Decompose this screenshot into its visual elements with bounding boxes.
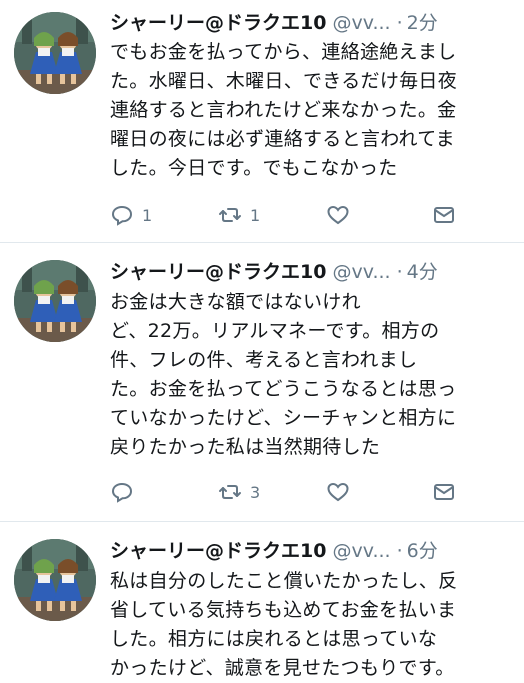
tweet-text-line: た。お金を払ってどうこうなるとは思っ <box>110 378 457 400</box>
tweet-text: でもお金を払ってから、連絡途絶えまし た。水曜日、木曜日、できるだけ毎日夜 連絡… <box>110 38 510 183</box>
retweet-icon <box>219 485 241 499</box>
user-handle[interactable]: @vv... <box>332 540 390 562</box>
tweet-text-line: 連絡すると言われたけど来なかった。金 <box>110 99 457 121</box>
timestamp[interactable]: 4分 <box>407 261 438 283</box>
tweet[interactable]: シャーリー@ドラクエ10 @vv... · 4分 お金は大きな額ではないけれ ど、22… <box>0 243 524 522</box>
user-handle[interactable]: @vv... <box>332 261 390 283</box>
reply-button[interactable]: 1 <box>110 202 152 228</box>
tweet-text-line: かったけど、誠意を見せたつもりです。 <box>110 657 455 679</box>
heart-icon <box>327 482 349 502</box>
tweet-text-line: した。今日です。でもこなかった <box>110 157 398 179</box>
avatar[interactable] <box>14 12 96 94</box>
reply-icon <box>111 482 133 503</box>
retweet-button[interactable]: 1 <box>218 202 260 228</box>
tweet-header: シャーリー@ドラクエ10 @vv... · 4分 <box>110 257 514 287</box>
tweet-text-line: た。水曜日、木曜日、できるだけ毎日夜 <box>110 70 458 92</box>
tweet-text-line: お金は大きな額ではないけれ <box>110 291 361 313</box>
tweet[interactable]: シャーリー@ドラクエ10 @vv... · 2分 でもお金を払ってから、連絡途絶えまし… <box>0 0 524 243</box>
retweet-button[interactable]: 3 <box>218 479 260 505</box>
mail-icon <box>434 484 454 500</box>
tweet-text-line: 私は自分のしたこと償いたかったし、反 <box>110 570 458 592</box>
tweet-header: シャーリー@ドラクエ10 @vv... · 6分 <box>110 536 514 566</box>
reply-button[interactable] <box>110 479 142 505</box>
tweet-text-line: 省している気持ちも込めてお金を払いま <box>110 599 457 621</box>
tweet[interactable]: シャーリー@ドラクエ10 @vv... · 6分 私は自分のしたこと償いたかったし、反… <box>0 522 524 680</box>
timestamp[interactable]: 2分 <box>407 12 438 34</box>
tweet-text-line: 曜日の夜には必ず連絡すると言われてま <box>110 128 455 150</box>
tweet-actions: 3 <box>110 479 470 505</box>
retweet-count: 3 <box>250 482 261 502</box>
like-button[interactable] <box>326 202 358 228</box>
timestamp[interactable]: 6分 <box>407 540 438 562</box>
tweet-text-line: ていなかったけど、シーチャンと相方に <box>110 407 457 429</box>
tweet-text-line: 件、フレの件、考えると言われまし <box>110 349 418 371</box>
display-name[interactable]: シャーリー@ドラクエ10 <box>110 540 326 562</box>
tweet-actions: 1 1 <box>110 202 470 228</box>
avatar[interactable] <box>14 539 96 621</box>
heart-icon <box>327 205 349 225</box>
display-name[interactable]: シャーリー@ドラクエ10 <box>110 12 326 34</box>
mail-icon <box>434 207 454 223</box>
separator-dot: · <box>396 261 403 283</box>
avatar[interactable] <box>14 260 96 342</box>
reply-count: 1 <box>142 205 153 225</box>
tweet-text: お金は大きな額ではないけれ ど、22万。リアルマネーです。相方の 件、フレの件、… <box>110 288 510 462</box>
tweet-text: 私は自分のしたこと償いたかったし、反 省している気持ちも込めてお金を払いま した… <box>110 567 510 683</box>
dm-button[interactable] <box>432 479 464 505</box>
dm-button[interactable] <box>432 202 464 228</box>
reply-icon <box>111 205 133 226</box>
display-name[interactable]: シャーリー@ドラクエ10 <box>110 261 326 283</box>
user-handle[interactable]: @vv... <box>332 12 390 34</box>
separator-dot: · <box>396 540 403 562</box>
tweet-text-line: ど、22万。リアルマネーです。相方の <box>110 320 440 342</box>
retweet-count: 1 <box>250 205 261 225</box>
tweet-header: シャーリー@ドラクエ10 @vv... · 2分 <box>110 8 514 38</box>
tweet-text-line: した。相方には戻れるとは思っていな <box>110 628 438 650</box>
retweet-icon <box>219 208 241 222</box>
like-button[interactable] <box>326 479 358 505</box>
tweet-text-line: でもお金を払ってから、連絡途絶えまし <box>110 41 457 63</box>
separator-dot: · <box>396 12 403 34</box>
tweet-text-line: 戻りたかった私は当然期待した <box>110 436 381 458</box>
